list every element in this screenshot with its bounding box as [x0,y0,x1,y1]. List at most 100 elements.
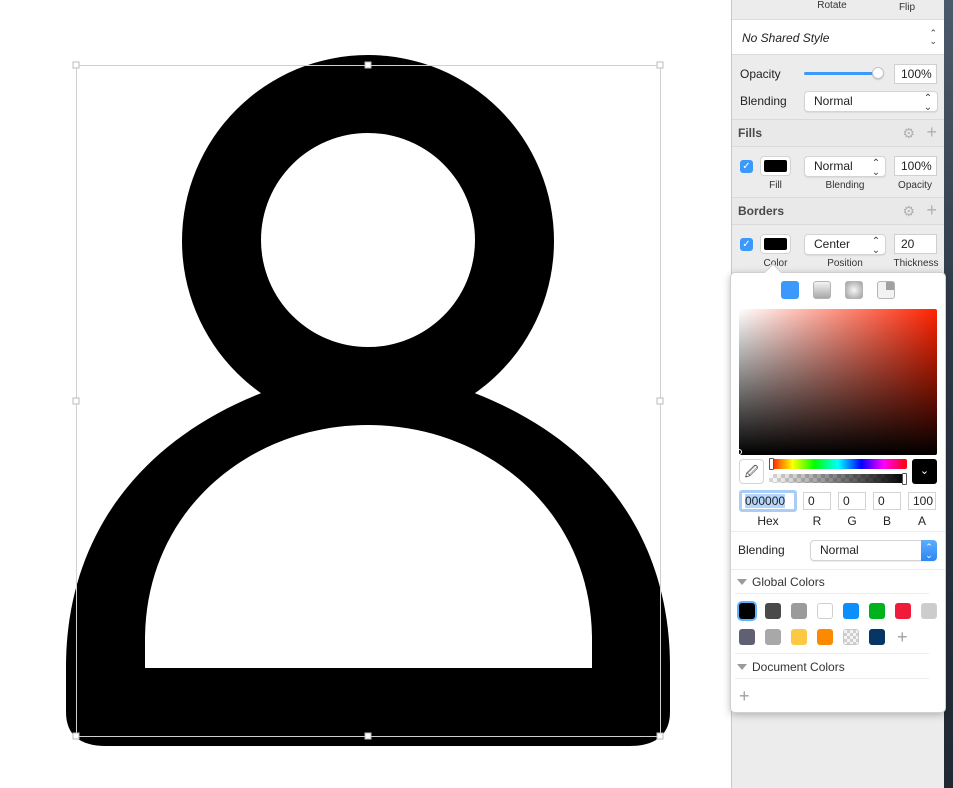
divider [735,678,929,679]
handle-top-right [656,61,664,69]
global-color-swatch[interactable] [921,603,937,619]
fill-blending-label: Blending [825,180,865,191]
rotate-label: Rotate [817,0,847,11]
shared-style-value: No Shared Style [742,31,830,45]
blending-value: Normal [814,94,853,108]
fill-label: Fill [769,180,782,191]
hex-field[interactable]: 000000 [739,490,797,512]
borders-title: Borders [738,204,785,218]
global-color-swatch[interactable] [739,603,755,619]
updown-icon: ⌃ ⌄ [871,236,881,256]
global-color-swatch[interactable] [843,603,859,619]
red-field[interactable]: 0 [803,492,831,510]
fill-type-linear-gradient[interactable] [813,281,831,299]
global-color-swatch[interactable] [817,603,833,619]
global-color-swatch[interactable] [791,629,807,645]
shared-style-select[interactable]: No Shared Style ⌃ ⌄ [732,19,945,55]
hue-slider-handle[interactable] [769,458,774,470]
border-position-value: Center [814,237,851,251]
border-position-label: Position [827,258,863,269]
alpha-slider[interactable] [769,474,907,483]
saturation-brightness-area[interactable] [739,309,937,455]
global-color-swatch[interactable] [765,629,781,645]
picker-blending-select[interactable]: Normal ⌃ ⌄ [810,540,937,561]
color-handle[interactable] [736,449,742,455]
fill-type-radial-gradient[interactable] [845,281,863,299]
handle-bottom-right [656,732,664,740]
document-colors-title: Document Colors [752,660,845,674]
gear-icon[interactable]: ⚙ [902,125,915,142]
alpha-slider-handle[interactable] [902,473,907,485]
fills-title: Fills [738,126,763,140]
fill-color-well[interactable] [760,156,791,176]
app-window: Rotate Flip No Shared Style ⌃ ⌄ Opacity 1… [0,0,953,788]
global-color-swatch[interactable] [869,603,885,619]
color-picker-popover: 🖉 ⌄ 000000 0 0 0 100 Hex R G B A Blendin… [730,263,946,713]
disclosure-triangle-icon [737,579,747,585]
global-color-swatch[interactable] [843,629,859,645]
global-colors-header[interactable]: Global Colors [737,575,825,589]
handle-bottom-left [72,732,80,740]
person-icon[interactable] [0,0,731,788]
add-fill-icon[interactable]: + [926,122,937,143]
handle-middle-right [656,397,664,405]
global-color-swatch[interactable] [739,629,755,645]
gear-icon[interactable]: ⚙ [902,203,915,220]
updown-icon: ⌃ ⌄ [923,93,933,113]
fill-blending-select[interactable]: Normal ⌃ ⌄ [804,156,886,178]
border-position-select[interactable]: Center ⌃ ⌄ [804,234,886,256]
color-preview-chevron-down-icon[interactable]: ⌄ [912,459,937,484]
alpha-label: A [917,514,926,528]
divider [735,653,929,654]
add-document-color-icon[interactable]: + [739,687,750,705]
fill-type-angular-gradient[interactable] [877,281,895,299]
disclosure-triangle-icon [737,664,747,670]
border-enabled-checkbox[interactable]: ✓ [740,238,753,251]
global-color-swatch[interactable] [817,629,833,645]
eyedropper-icon[interactable]: 🖉 [739,459,764,484]
global-color-swatch[interactable] [895,603,911,619]
fill-type-solid[interactable] [781,281,799,299]
fill-opacity-field[interactable]: 100% [894,156,937,176]
hue-slider[interactable] [769,459,907,469]
opacity-label: Opacity [740,67,781,81]
global-color-swatch[interactable] [869,629,885,645]
global-color-swatch[interactable] [791,603,807,619]
opacity-slider-knob[interactable] [872,67,884,79]
fill-opacity-label: Opacity [898,180,932,191]
border-thickness-field[interactable]: 20 [894,234,937,254]
opacity-field[interactable]: 100% [894,64,937,84]
handle-top-left [72,61,80,69]
divider [731,531,945,532]
person-shape[interactable] [66,55,670,746]
handle-top-center [364,61,372,69]
fill-blending-value: Normal [814,159,853,173]
hex-value: 000000 [745,494,786,508]
blending-select[interactable]: Normal ⌃ ⌄ [804,91,938,113]
green-field[interactable]: 0 [838,492,866,510]
hex-label: Hex [757,514,779,528]
blue-field[interactable]: 0 [873,492,901,510]
fill-enabled-checkbox[interactable]: ✓ [740,160,753,173]
blue-label: B [882,514,891,528]
border-color-well[interactable] [760,234,791,254]
red-label: R [812,514,822,528]
handle-bottom-center [364,732,372,740]
updown-icon: ⌃ ⌄ [871,158,881,178]
borders-section-header: Borders ⚙ + [732,197,945,225]
border-thickness-label: Thickness [893,258,939,269]
green-label: G [847,514,857,528]
fills-section-header: Fills ⚙ + [732,119,945,147]
divider [731,569,945,570]
document-colors-header[interactable]: Document Colors [737,660,845,674]
add-global-color-icon[interactable]: + [897,628,908,646]
alpha-field[interactable]: 100 [908,492,936,510]
add-border-icon[interactable]: + [926,200,937,221]
global-color-swatch[interactable] [765,603,781,619]
picker-blending-label: Blending [738,543,785,557]
updown-icon: ⌃ ⌄ [921,540,937,561]
handle-middle-left [72,397,80,405]
canvas[interactable] [0,0,731,788]
updown-icon: ⌃ ⌄ [929,28,937,46]
picker-blending-value: Normal [820,543,859,557]
